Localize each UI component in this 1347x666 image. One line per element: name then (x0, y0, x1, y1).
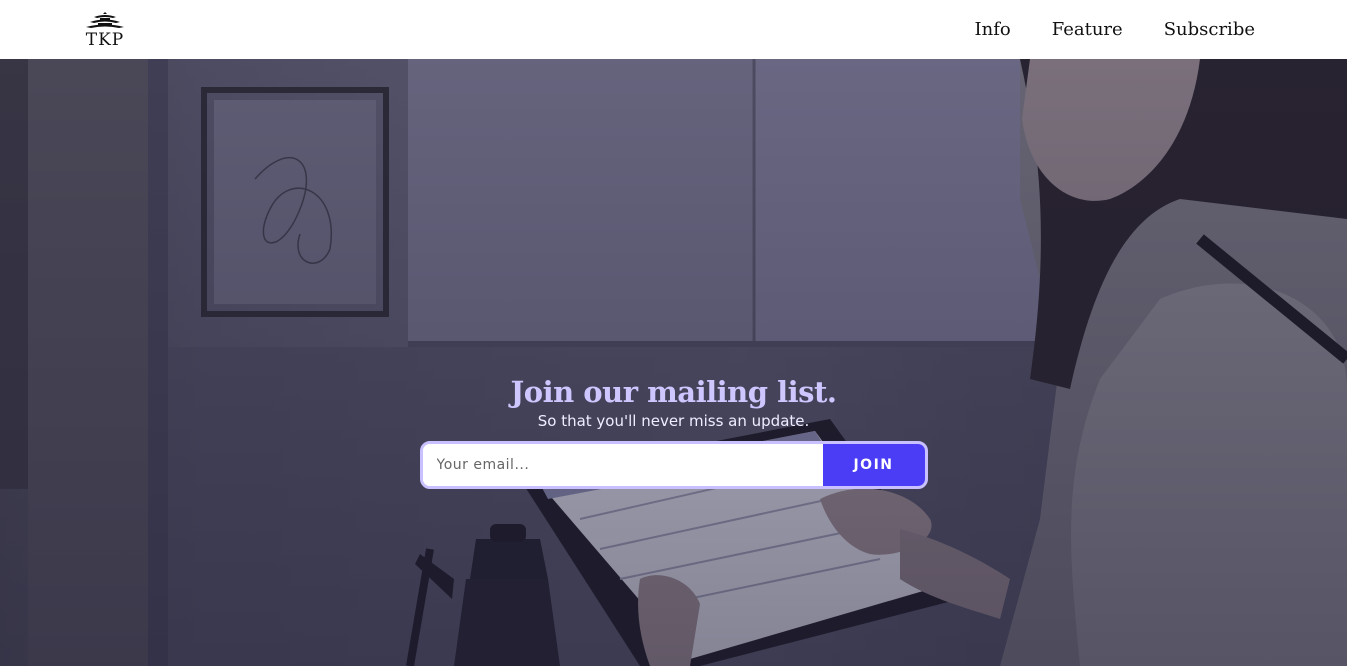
hero-subtitle: So that you'll never miss an update. (537, 412, 810, 430)
hero-overlay (0, 59, 1347, 666)
logo[interactable]: TKP (84, 6, 126, 54)
nav-link-feature[interactable]: Feature (1052, 19, 1123, 40)
pagoda-icon (86, 11, 124, 28)
main-nav: Info Feature Subscribe (975, 19, 1256, 40)
logo-text: TKP (85, 29, 125, 50)
hero-title: Join our mailing list. (510, 375, 837, 409)
nav-link-subscribe[interactable]: Subscribe (1164, 19, 1255, 40)
mailing-list-block: Join our mailing list. So that you'll ne… (0, 375, 1347, 489)
hero-section: Join our mailing list. So that you'll ne… (0, 59, 1347, 666)
signup-form: JOIN (419, 441, 928, 489)
nav-link-info[interactable]: Info (975, 19, 1011, 40)
email-input[interactable] (422, 444, 823, 486)
join-button[interactable]: JOIN (822, 444, 925, 486)
navbar: TKP Info Feature Subscribe (0, 0, 1347, 59)
